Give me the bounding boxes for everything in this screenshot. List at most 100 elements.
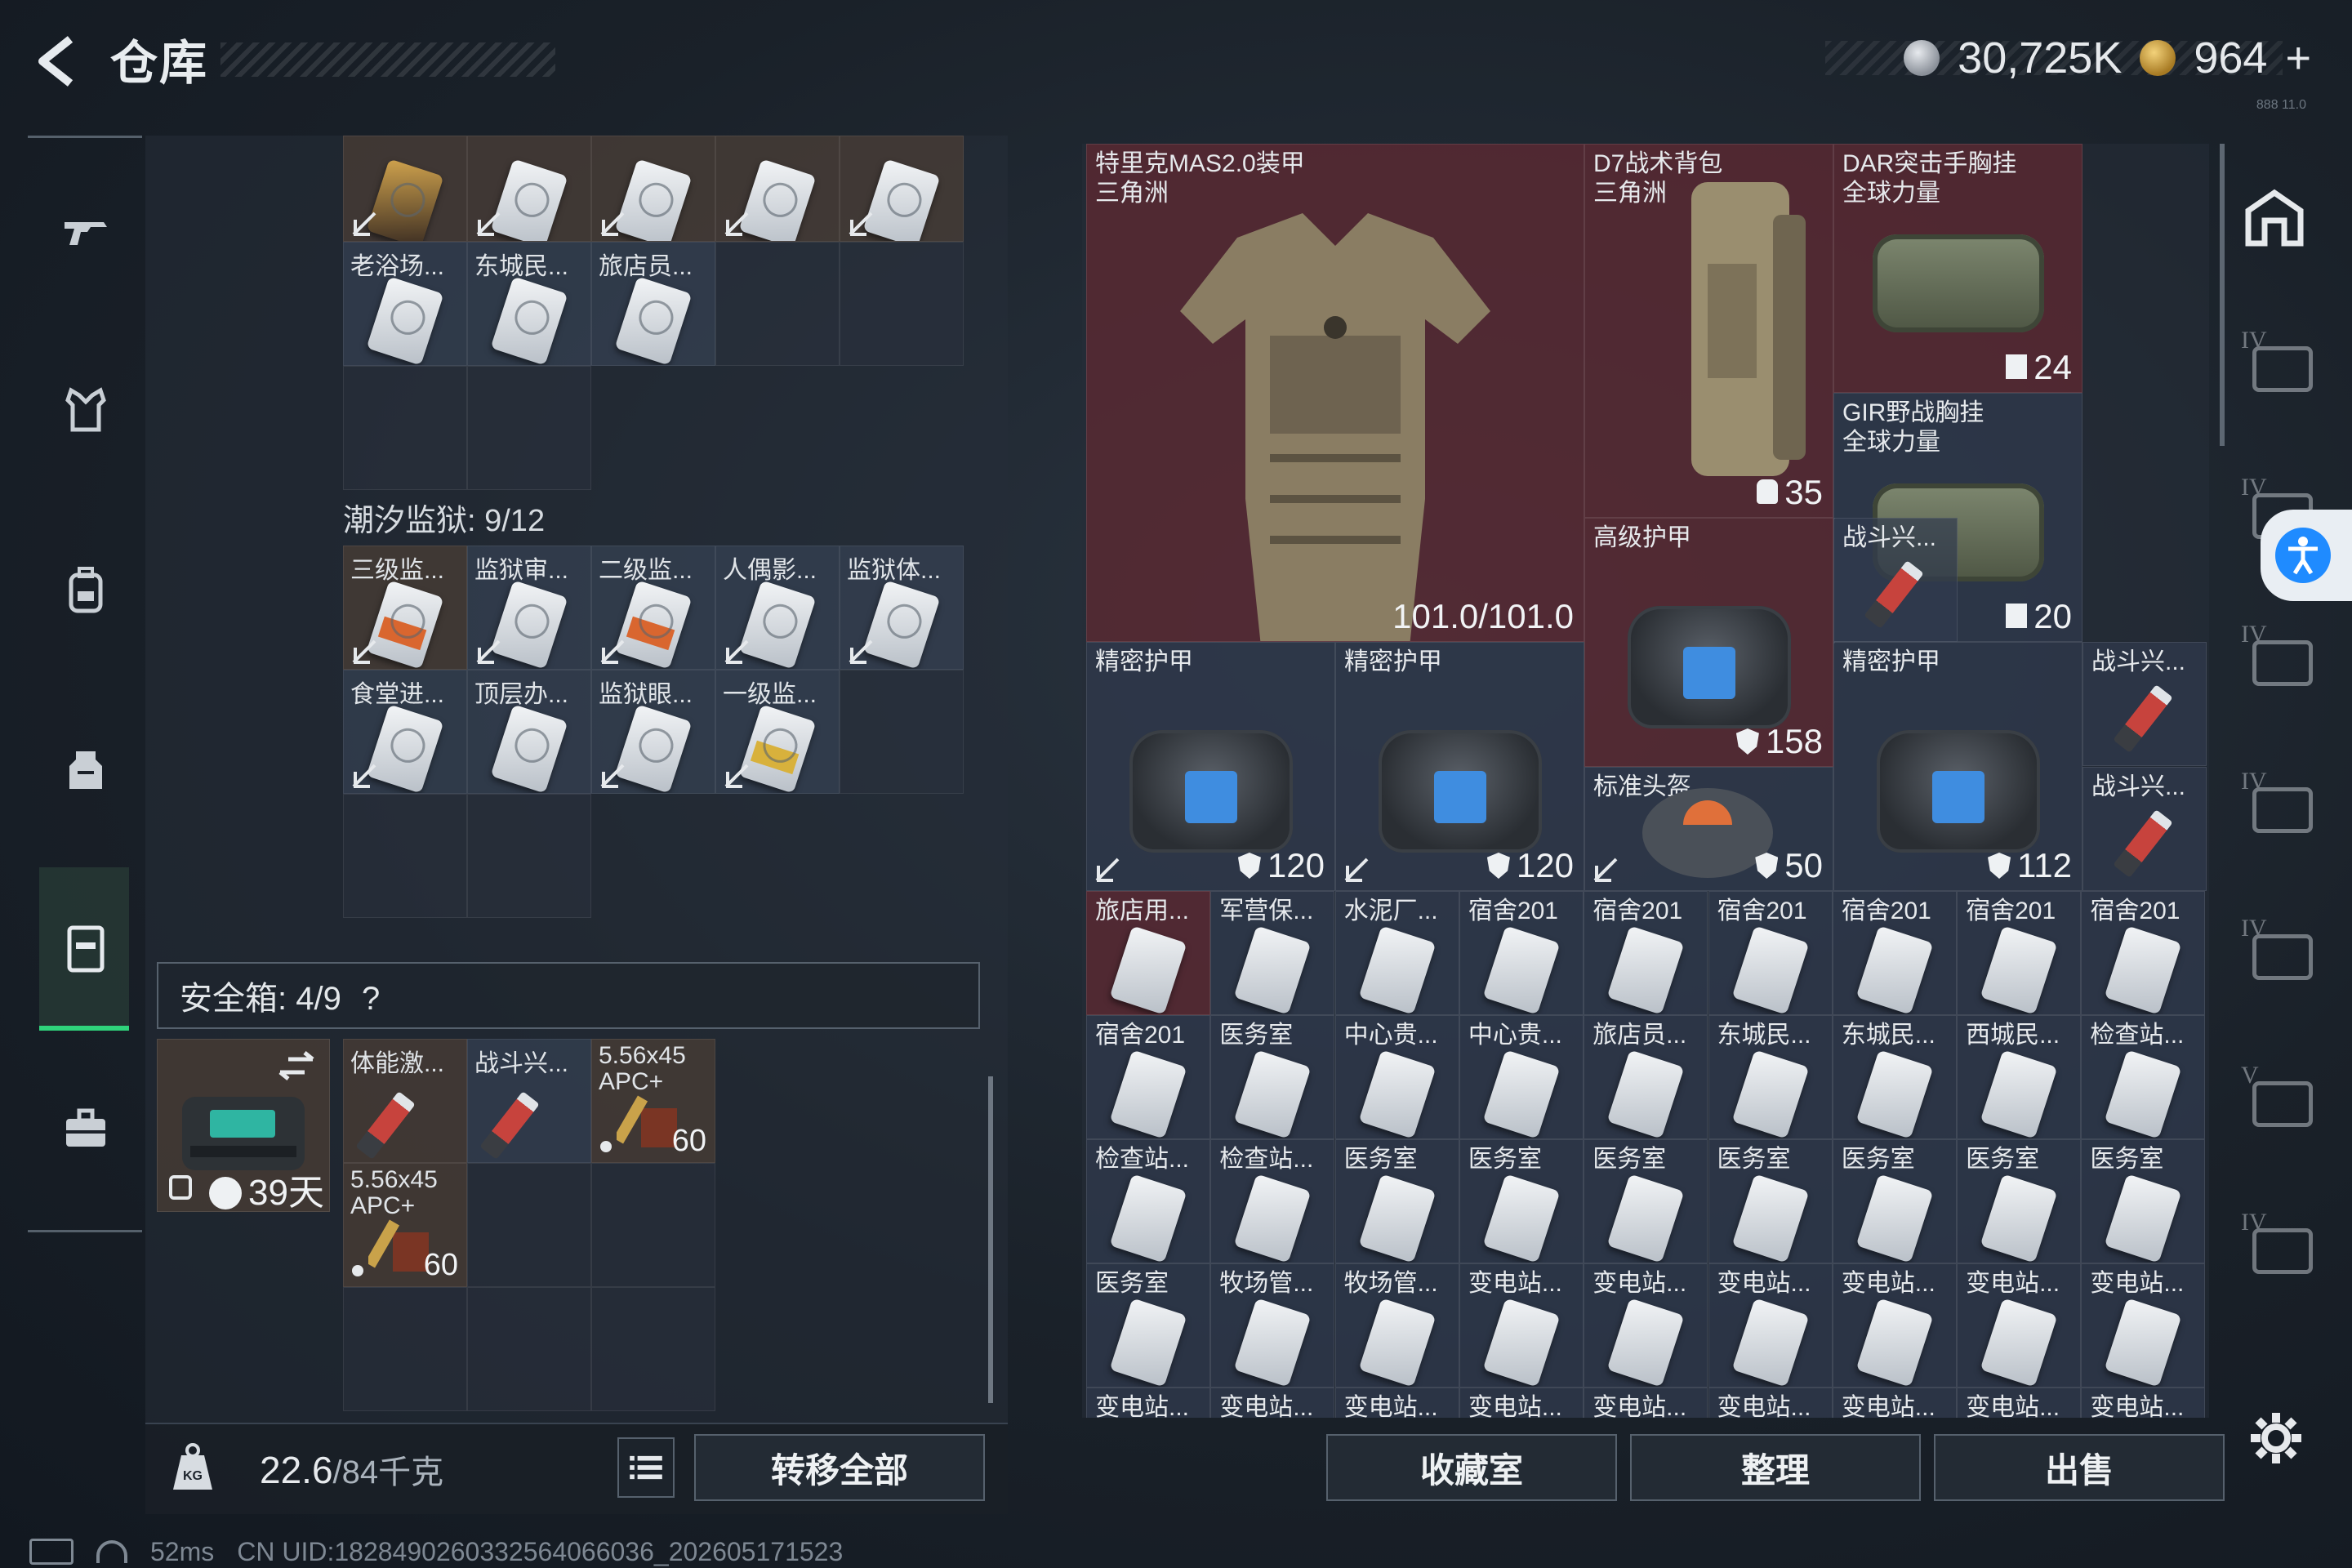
empty-slot[interactable] <box>467 1287 591 1411</box>
side-tab-5[interactable]: V <box>2238 1062 2316 1127</box>
safe-item-stim[interactable]: 体能激... <box>343 1039 467 1163</box>
key-card-slot[interactable]: 检查站... <box>2081 1015 2206 1139</box>
key-card-slot[interactable]: 变电站... <box>1086 1388 1210 1418</box>
empty-slot[interactable] <box>343 1287 467 1411</box>
armor-plate-slot[interactable]: 精密护甲 120 <box>1086 642 1335 891</box>
empty-slot[interactable] <box>591 1287 715 1411</box>
key-card-slot[interactable]: 宿舍201 <box>2081 891 2206 1015</box>
key-card-slot[interactable]: 三级监... <box>343 546 467 670</box>
key-card-slot[interactable]: 军营保... <box>1210 891 1335 1015</box>
key-card-slot[interactable]: 东城民... <box>467 242 591 366</box>
key-card-slot[interactable]: 医务室 <box>2081 1139 2206 1263</box>
side-tab-2[interactable]: IV <box>2238 621 2316 686</box>
key-card-slot[interactable]: 中心贵... <box>1459 1015 1584 1139</box>
key-card-slot[interactable]: 变电站... <box>1459 1263 1584 1388</box>
key-card-slot[interactable]: 东城民... <box>1832 1015 1957 1139</box>
empty-slot[interactable] <box>467 794 591 918</box>
safe-item-stim[interactable]: 战斗兴... <box>467 1039 591 1163</box>
key-card-slot[interactable]: 监狱审... <box>467 546 591 670</box>
key-card-slot[interactable] <box>591 136 715 242</box>
help-icon[interactable]: ? <box>362 981 380 1017</box>
helmet-slot[interactable]: 标准头盔 50 <box>1584 767 1833 891</box>
empty-slot[interactable] <box>467 366 591 490</box>
gold-add-button[interactable]: + <box>2285 33 2311 83</box>
armor-plate-slot[interactable]: 精密护甲 112 <box>1833 642 2082 891</box>
key-card-slot[interactable]: 变电站... <box>1584 1263 1708 1388</box>
key-card-slot[interactable]: 变电站... <box>2081 1263 2206 1388</box>
nav-backpack[interactable] <box>41 541 131 639</box>
key-card-slot[interactable]: 变电站... <box>1832 1263 1957 1388</box>
key-card-slot[interactable]: 宿舍201 <box>1584 891 1708 1015</box>
key-card-slot[interactable]: 水泥厂... <box>1334 891 1459 1015</box>
safe-item-ammo[interactable]: 5.56x45 APC+ 60 <box>343 1163 467 1287</box>
organize-button[interactable]: 整理 <box>1630 1434 1921 1501</box>
stash-home-icon[interactable] <box>2242 186 2307 252</box>
key-card-slot[interactable]: 宿舍201 <box>1086 1015 1210 1139</box>
list-view-button[interactable] <box>617 1437 675 1498</box>
key-card-slot[interactable]: 宿舍201 <box>1832 891 1957 1015</box>
key-card-slot[interactable]: 变电站... <box>1832 1388 1957 1418</box>
side-tab-4[interactable]: IV <box>2238 915 2316 980</box>
chest-rig-slot[interactable]: DAR突击手胸挂 全球力量 24 <box>1833 144 2082 393</box>
nav-briefcase[interactable] <box>41 1080 131 1178</box>
empty-slot[interactable] <box>715 242 840 366</box>
key-card-slot[interactable]: 老浴场... <box>343 242 467 366</box>
key-card-slot[interactable]: 牧场管... <box>1210 1263 1335 1388</box>
key-card-slot[interactable]: 变电站... <box>1210 1388 1335 1418</box>
key-card-slot[interactable]: 东城民... <box>1708 1015 1833 1139</box>
key-card-slot[interactable]: 旅店员... <box>591 242 715 366</box>
key-card-slot[interactable] <box>343 136 467 242</box>
key-card-slot[interactable] <box>715 136 840 242</box>
key-card-slot[interactable] <box>840 136 964 242</box>
key-card-slot[interactable]: 医务室 <box>1832 1139 1957 1263</box>
key-card-slot[interactable]: 监狱眼... <box>591 670 715 794</box>
empty-slot[interactable] <box>840 670 964 794</box>
key-card-slot[interactable]: 医务室 <box>1708 1139 1833 1263</box>
key-card-slot[interactable]: 医务室 <box>1957 1139 2082 1263</box>
key-card-slot[interactable]: 变电站... <box>2081 1388 2206 1418</box>
key-card-slot[interactable]: 一级监... <box>715 670 840 794</box>
key-card-slot[interactable]: 牧场管... <box>1334 1263 1459 1388</box>
side-tab-3[interactable]: IV <box>2238 768 2316 833</box>
key-card-slot[interactable]: 旅店用... <box>1086 891 1210 1015</box>
empty-slot[interactable] <box>467 1163 591 1287</box>
settings-gear-icon[interactable] <box>2247 1410 2305 1467</box>
armor-plate-slot[interactable]: 高级护甲 158 <box>1584 518 1833 767</box>
key-card-slot[interactable]: 中心贵... <box>1334 1015 1459 1139</box>
key-card-slot[interactable]: 变电站... <box>1708 1388 1833 1418</box>
key-card-slot[interactable]: 监狱体... <box>840 546 964 670</box>
nav-safe-box[interactable] <box>41 900 131 998</box>
armor-vest-slot[interactable]: 特里克MAS2.0装甲 三角洲 101.0/101.0 <box>1086 144 1584 642</box>
key-card-slot[interactable]: 变电站... <box>1584 1388 1708 1418</box>
key-card-slot[interactable]: 宿舍201 <box>1459 891 1584 1015</box>
nav-armor[interactable] <box>41 361 131 459</box>
key-card-slot[interactable]: 二级监... <box>591 546 715 670</box>
empty-slot[interactable] <box>343 794 467 918</box>
key-card-slot[interactable]: 变电站... <box>1957 1263 2082 1388</box>
stim-slot[interactable]: 战斗兴... <box>2082 642 2207 766</box>
transfer-all-button[interactable]: 转移全部 <box>694 1434 985 1501</box>
armor-plate-slot[interactable]: 精密护甲 120 <box>1335 642 1584 891</box>
empty-slot[interactable] <box>591 1163 715 1287</box>
empty-slot[interactable] <box>343 366 467 490</box>
key-card-grid[interactable]: 旅店用... 军营保... 水泥厂... 宿舍201 宿舍201 宿舍201 宿舍201 宿舍… <box>1086 891 2206 1418</box>
sell-button[interactable]: 出售 <box>1934 1434 2225 1501</box>
key-card-slot[interactable]: 检查站... <box>1210 1139 1335 1263</box>
stim-slot[interactable]: 战斗兴... <box>2082 767 2207 891</box>
empty-slot[interactable] <box>840 242 964 366</box>
key-card-slot[interactable]: 变电站... <box>1334 1388 1459 1418</box>
stash-scrollbar[interactable] <box>988 1076 993 1403</box>
key-card-slot[interactable]: 变电站... <box>1957 1388 2082 1418</box>
accessibility-button[interactable] <box>2261 510 2352 601</box>
side-tab-6[interactable]: IV <box>2238 1209 2316 1274</box>
key-card-slot[interactable]: 医务室 <box>1584 1139 1708 1263</box>
key-card-slot[interactable]: 宿舍201 <box>1957 891 2082 1015</box>
key-card-slot[interactable]: 食堂进... <box>343 670 467 794</box>
inventory-scrollbar[interactable] <box>2220 144 2225 446</box>
nav-weapon[interactable] <box>41 181 131 279</box>
backpack-slot[interactable]: D7战术背包 三角洲 35 <box>1584 144 1833 518</box>
collection-room-button[interactable]: 收藏室 <box>1326 1434 1617 1501</box>
key-card-slot[interactable]: 医务室 <box>1334 1139 1459 1263</box>
key-card-slot[interactable]: 顶层办... <box>467 670 591 794</box>
key-card-slot[interactable]: 检查站... <box>1086 1139 1210 1263</box>
